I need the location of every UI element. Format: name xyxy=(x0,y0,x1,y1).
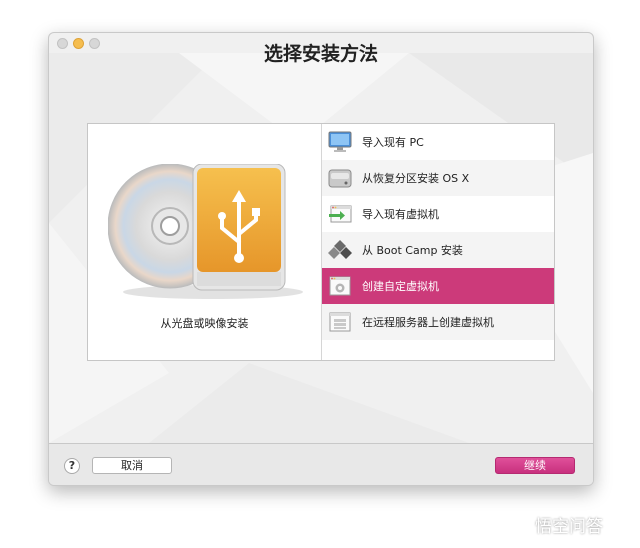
monitor-import-icon xyxy=(328,131,352,153)
disc-usb-icon xyxy=(108,164,303,299)
server-window-icon xyxy=(328,311,352,333)
cancel-button[interactable]: 取消 xyxy=(92,457,172,474)
hard-drive-icon xyxy=(328,167,352,189)
option-label: 导入现有 PC xyxy=(362,136,424,149)
option-create-custom-vm[interactable]: 创建自定虚拟机 xyxy=(322,268,554,304)
continue-button[interactable]: 继续 xyxy=(495,457,575,474)
option-label: 在远程服务器上创建虚拟机 xyxy=(362,316,494,329)
install-from-media-option[interactable]: 从光盘或映像安装 xyxy=(88,124,322,360)
option-label: 导入现有虚拟机 xyxy=(362,208,439,221)
option-import-pc[interactable]: 导入现有 PC xyxy=(322,124,554,160)
option-import-vm[interactable]: 导入现有虚拟机 xyxy=(322,196,554,232)
boot-camp-icon xyxy=(328,239,352,261)
window-import-icon xyxy=(328,203,352,225)
option-boot-camp[interactable]: 从 Boot Camp 安装 xyxy=(322,232,554,268)
chat-bubble-icon xyxy=(511,515,531,534)
option-remote-server-vm[interactable]: 在远程服务器上创建虚拟机 xyxy=(322,304,554,340)
option-recovery-partition[interactable]: 从恢复分区安装 OS X xyxy=(322,160,554,196)
install-options-list: 导入现有 PC 从恢复分区安装 OS X 导入现有虚拟机 从 Boot Camp… xyxy=(322,124,554,360)
watermark-text: 悟空问答 xyxy=(535,517,603,537)
button-bar: ? 取消 继续 xyxy=(49,443,593,485)
watermark: 悟空问答 xyxy=(510,512,603,537)
option-label: 从恢复分区安装 OS X xyxy=(362,172,470,185)
window-title: 选择安装方法 xyxy=(263,43,378,65)
install-method-panel: 从光盘或映像安装 导入现有 PC 从恢复分区安装 OS X 导入现有虚拟机 从 … xyxy=(87,123,555,361)
option-label: 创建自定虚拟机 xyxy=(362,280,439,293)
help-button[interactable]: ? xyxy=(64,458,80,474)
gear-window-icon xyxy=(328,275,352,297)
option-label: 从 Boot Camp 安装 xyxy=(362,244,463,257)
installer-window: 选择安装方法 从光盘或映像安装 导入现有 PC 从恢复分区安装 OS X 导入现… xyxy=(48,32,594,486)
media-caption: 从光盘或映像安装 xyxy=(160,317,249,330)
